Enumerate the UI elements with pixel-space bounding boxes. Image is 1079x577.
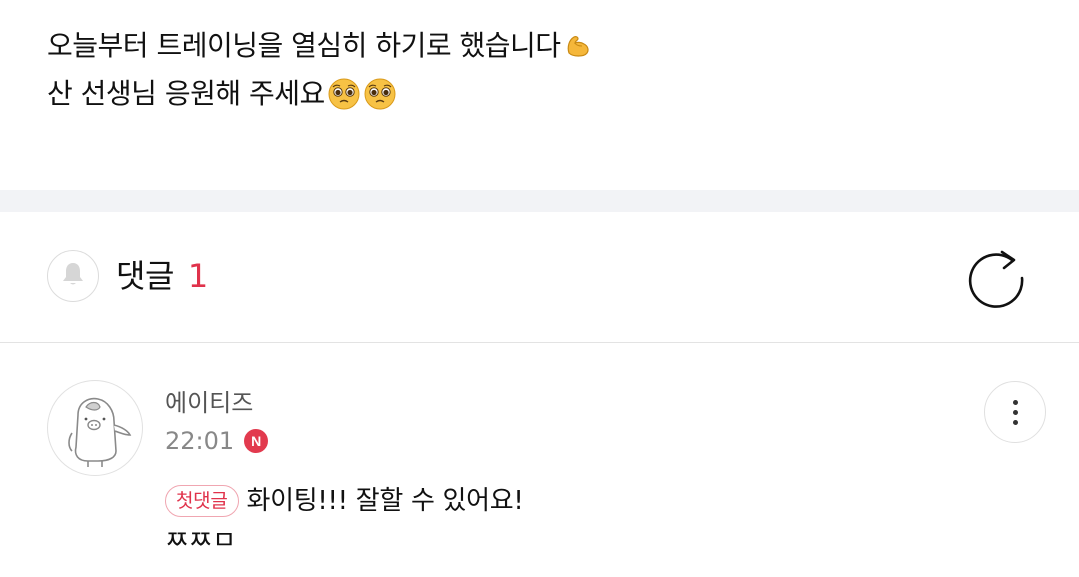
comment-item: 에이티즈 22:01 N 첫댓글 화이팅!!! 잘할 수 있어요! ㅉㅉㅁ [0,343,1079,577]
comments-title: 댓글 1 [116,254,208,298]
refresh-icon [964,250,1028,314]
comments-header: 댓글 1 [0,212,1079,343]
comments-label: 댓글 [116,257,174,295]
first-comment-badge: 첫댓글 [165,485,239,517]
comment-meta: 22:01 N [165,425,269,457]
post-text-line-1: 오늘부터 트레이닝을 열심히 하기로 했습니다 [47,29,561,62]
pleading-face-emoji-icon [363,77,397,111]
comment-line-1: 첫댓글 화이팅!!! 잘할 수 있어요! [165,481,524,521]
comments-count: 1 [187,257,208,295]
more-vertical-icon [1012,399,1018,405]
post-text-line-2: 산 선생님 응원해 주세요 [47,77,325,110]
flexed-biceps-emoji-icon [563,31,593,61]
post-content: 오늘부터 트레이닝을 열심히 하기로 했습니다 산 선생님 응원해 주세요 [47,22,593,118]
pleading-face-emoji-icon [327,77,361,111]
comment-time: 22:01 [165,427,235,455]
comment-text-line-2: ㅉㅉㅁ [165,526,236,556]
notification-toggle-button[interactable] [47,250,99,302]
bell-icon [59,260,87,292]
post-line-1: 오늘부터 트레이닝을 열심히 하기로 했습니다 [47,22,593,70]
more-options-button[interactable] [984,381,1046,443]
more-vertical-icon-dot [1012,419,1018,425]
post-line-2: 산 선생님 응원해 주세요 [47,70,593,118]
new-badge: N [244,429,269,453]
more-vertical-icon-dot [1012,409,1018,415]
refresh-button[interactable] [964,246,1028,310]
comment-body: 첫댓글 화이팅!!! 잘할 수 있어요! ㅉㅉㅁ [165,481,524,561]
comment-author[interactable]: 에이티즈 [165,387,253,419]
comment-line-2: ㅉㅉㅁ [165,521,524,561]
section-divider [0,190,1079,212]
character-avatar-icon [68,397,132,467]
comment-text-line-1: 화이팅!!! 잘할 수 있어요! [246,486,524,516]
avatar[interactable] [47,380,143,476]
